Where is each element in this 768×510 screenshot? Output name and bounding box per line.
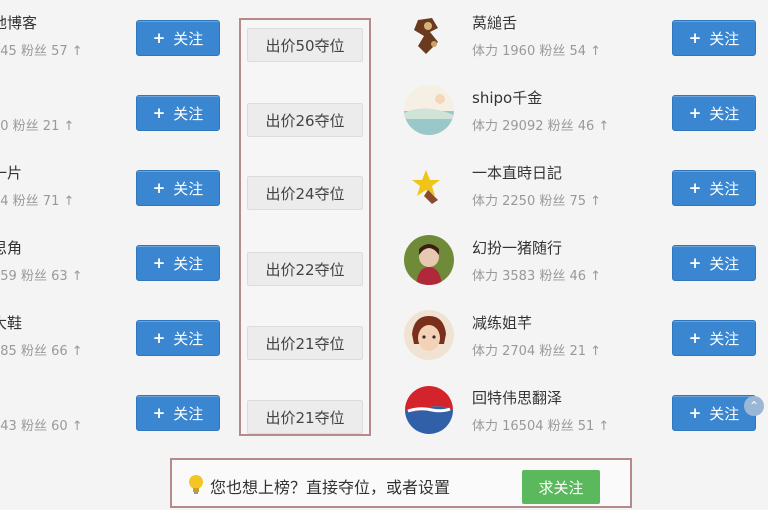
follow-button[interactable]: + 关注 [672,20,756,56]
follow-button[interactable]: + 关注 [672,245,756,281]
lightbulb-icon [189,475,203,494]
star-avatar[interactable] [404,160,454,210]
plus-icon: + [688,104,702,122]
follow-label: 关注 [173,329,204,348]
follow-label: 关注 [709,404,740,423]
promo-text: 您也想上榜？直接夺位，或者设置 [210,478,451,497]
right-user-list: 莴縋舌 体力 1960 粉丝 54 ↑ + 关注 shipo千金 体力 29092… [398,0,768,440]
user-name[interactable]: 一片 [0,162,22,183]
user-stats: 359 粉丝 63 ↑ [0,269,83,284]
follow-label: 关注 [173,404,204,423]
list-item: 大鞋 385 粉丝 66 ↑ + 关注 [0,300,230,360]
list-item: 幻扮一猪随行 体力 3583 粉丝 46 ↑ + 关注 [398,225,768,285]
bid-button[interactable]: 出价21夺位 [247,326,363,360]
follow-label: 关注 [173,179,204,198]
user-stats: 体力 1960 粉丝 54 ↑ [472,44,602,59]
follow-label: 关注 [709,179,740,198]
follow-button[interactable]: + 关注 [672,395,756,431]
plus-icon: + [152,179,166,197]
plus-icon: + [152,404,166,422]
user-stats: 745 粉丝 57 ↑ [0,44,83,59]
plus-icon: + [152,104,166,122]
follow-label: 关注 [709,329,740,348]
follow-label: 关注 [709,104,740,123]
follow-button[interactable]: + 关注 [136,320,220,356]
list-item: 莴縋舌 体力 1960 粉丝 54 ↑ + 关注 [398,0,768,60]
user-name[interactable]: shipo千金 [472,87,542,108]
list-item: shipo千金 体力 29092 粉丝 46 ↑ + 关注 [398,75,768,135]
plus-icon: + [688,329,702,347]
user-stats: 体力 3583 粉丝 46 ↑ [472,269,602,284]
plus-icon: + [152,254,166,272]
user-name[interactable]: 一本直時日記 [472,162,562,183]
user-stats: 743 粉丝 60 ↑ [0,419,83,434]
user-stats: 体力 16504 粉丝 51 ↑ [472,419,610,434]
landscape-avatar[interactable] [404,85,454,135]
user-name[interactable]: 幻扮一猪随行 [472,237,562,258]
follow-button[interactable]: + 关注 [136,95,220,131]
list-item: 一本直時日記 体力 2250 粉丝 75 ↑ + 关注 [398,150,768,210]
user-stats: 385 粉丝 66 ↑ [0,344,83,359]
follow-label: 关注 [709,254,740,273]
user-stats: 体力 2704 粉丝 21 ↑ [472,344,602,359]
promo-bar: 您也想上榜？直接夺位，或者设置 求关注 [170,458,632,508]
character-avatar[interactable] [404,10,454,60]
user-stats: 体力 2250 粉丝 75 ↑ [472,194,602,209]
plus-icon: + [152,29,166,47]
plus-icon: + [688,404,702,422]
user-name[interactable]: 回特伟思翻泽 [472,387,562,408]
bid-button[interactable]: 出价24夺位 [247,176,363,210]
follow-label: 关注 [173,254,204,273]
user-stats: 94 粉丝 71 ↑ [0,194,75,209]
list-item: 地博客 745 粉丝 57 ↑ + 关注 [0,0,230,60]
follow-button[interactable]: + 关注 [672,320,756,356]
list-item: 一片 94 粉丝 71 ↑ + 关注 [0,150,230,210]
girl-avatar[interactable] [404,235,454,285]
bid-button[interactable]: 出价26夺位 [247,103,363,137]
user-stats: 体力 29092 粉丝 46 ↑ [472,119,610,134]
user-name[interactable]: 莴縋舌 [472,12,517,33]
follow-button[interactable]: + 关注 [136,395,220,431]
user-stats: 80 粉丝 21 ↑ [0,119,75,134]
follow-button[interactable]: + 关注 [672,95,756,131]
follow-label: 关注 [709,29,740,48]
anime-avatar[interactable] [404,310,454,360]
follow-button[interactable]: + 关注 [136,245,220,281]
follow-button[interactable]: + 关注 [136,20,220,56]
user-name[interactable]: 地博客 [0,12,37,33]
follow-button[interactable]: + 关注 [672,170,756,206]
bid-button[interactable]: 出价22夺位 [247,252,363,286]
list-item: 80 粉丝 21 ↑ + 关注 [0,75,230,135]
list-item: 减练姐芊 体力 2704 粉丝 21 ↑ + 关注 [398,300,768,360]
pepsi-avatar[interactable] [404,385,454,435]
list-item: 思角 359 粉丝 63 ↑ + 关注 [0,225,230,285]
list-item: 回特伟思翻泽 体力 16504 粉丝 51 ↑ + 关注 [398,375,768,435]
follow-label: 关注 [173,104,204,123]
follow-button[interactable]: + 关注 [136,170,220,206]
user-name[interactable]: 减练姐芊 [472,312,532,333]
bid-button[interactable]: 出价50夺位 [247,28,363,62]
bid-panel: 出价50夺位 出价26夺位 出价24夺位 出价22夺位 出价21夺位 出价21夺… [239,18,371,436]
user-name[interactable]: 大鞋 [0,312,22,333]
bid-button[interactable]: 出价21夺位 [247,400,363,434]
plus-icon: + [688,179,702,197]
scroll-top-icon[interactable]: ⌃ [744,396,764,416]
plus-icon: + [688,254,702,272]
left-user-list: 地博客 745 粉丝 57 ↑ + 关注 80 粉丝 21 ↑ + 关注 一片 94… [0,0,230,440]
plus-icon: + [688,29,702,47]
list-item: 743 粉丝 60 ↑ + 关注 [0,375,230,435]
user-name[interactable]: 思角 [0,237,22,258]
plus-icon: + [152,329,166,347]
follow-label: 关注 [173,29,204,48]
request-follow-button[interactable]: 求关注 [522,470,600,504]
